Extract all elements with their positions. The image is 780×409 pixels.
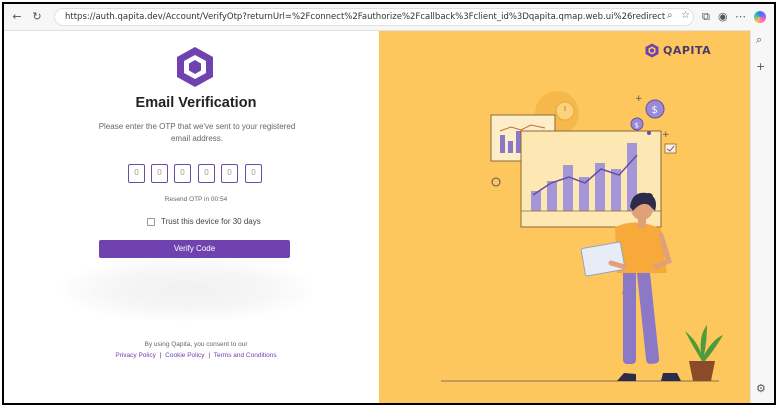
brand-name: QAPITA: [663, 44, 712, 57]
trust-device-checkbox[interactable]: [147, 218, 155, 226]
browser-side-panel: ⌕ + ⚙: [750, 30, 774, 403]
cookie-policy-link[interactable]: Cookie Policy: [165, 352, 204, 359]
consent-text: By using Qapita, you consent to our: [144, 341, 248, 348]
checklist-icon: [664, 143, 677, 154]
page-subtitle: Please enter the OTP that we've sent to …: [98, 122, 296, 143]
privacy-policy-link[interactable]: Privacy Policy: [115, 352, 155, 359]
verify-code-button[interactable]: Verify Code: [99, 240, 290, 258]
star-icon[interactable]: ☆: [681, 10, 690, 21]
decor-ring: [491, 177, 501, 187]
more-icon[interactable]: ⋯: [735, 10, 746, 24]
terms-link[interactable]: Terms and Conditions: [214, 352, 277, 359]
resend-otp-timer: Resend OTP in 00:54: [164, 196, 228, 203]
copilot-icon[interactable]: [754, 11, 766, 23]
zoom-icon[interactable]: ⌕: [667, 10, 673, 21]
svg-text:+: +: [635, 94, 643, 104]
otp-digit-input[interactable]: 0: [151, 164, 168, 183]
page-title: Email Verification: [135, 95, 257, 111]
refresh-icon[interactable]: ↻: [30, 10, 44, 24]
analytics-illustration: $ $ + +: [441, 91, 723, 382]
arrow-left-icon[interactable]: ←: [10, 10, 24, 24]
qapita-logo: [177, 47, 213, 87]
link-separator: |: [208, 352, 211, 359]
svg-text:$: $: [652, 105, 658, 116]
qapita-brand-icon: [645, 43, 659, 58]
potted-plant: [685, 325, 723, 381]
browser-toolbar: ← ↻ https://auth.qapita.dev/Account/Veri…: [4, 4, 774, 31]
link-separator: |: [159, 352, 162, 359]
blurred-overlay: [62, 259, 312, 321]
otp-digit-input[interactable]: 0: [198, 164, 215, 183]
trust-device-label[interactable]: Trust this device for 30 days: [161, 217, 261, 227]
legal-links: Privacy Policy | Cookie Policy | Terms a…: [4, 352, 388, 359]
svg-text:$: $: [635, 122, 639, 130]
otp-digit-input[interactable]: 0: [128, 164, 145, 183]
screenshot-frame: ← ↻ https://auth.qapita.dev/Account/Veri…: [2, 2, 776, 405]
address-bar[interactable]: https://auth.qapita.dev/Account/VerifyOt…: [54, 8, 694, 26]
illustration-panel: $ $ + + QAPITA: [379, 31, 750, 403]
otp-digit-input[interactable]: 0: [245, 164, 262, 183]
gear-icon[interactable]: ⚙: [756, 382, 766, 395]
plus-icon[interactable]: +: [756, 60, 765, 73]
profile-icon[interactable]: ◉: [718, 10, 728, 24]
svg-text:+: +: [662, 130, 670, 140]
url-text[interactable]: https://auth.qapita.dev/Account/VerifyOt…: [65, 11, 665, 24]
search-icon[interactable]: ⌕: [756, 33, 762, 47]
verification-panel: Email Verification Please enter the OTP …: [4, 31, 378, 403]
extensions-icon[interactable]: ⧉: [702, 10, 710, 24]
otp-digit-input[interactable]: 0: [174, 164, 191, 183]
otp-digit-input[interactable]: 0: [221, 164, 238, 183]
